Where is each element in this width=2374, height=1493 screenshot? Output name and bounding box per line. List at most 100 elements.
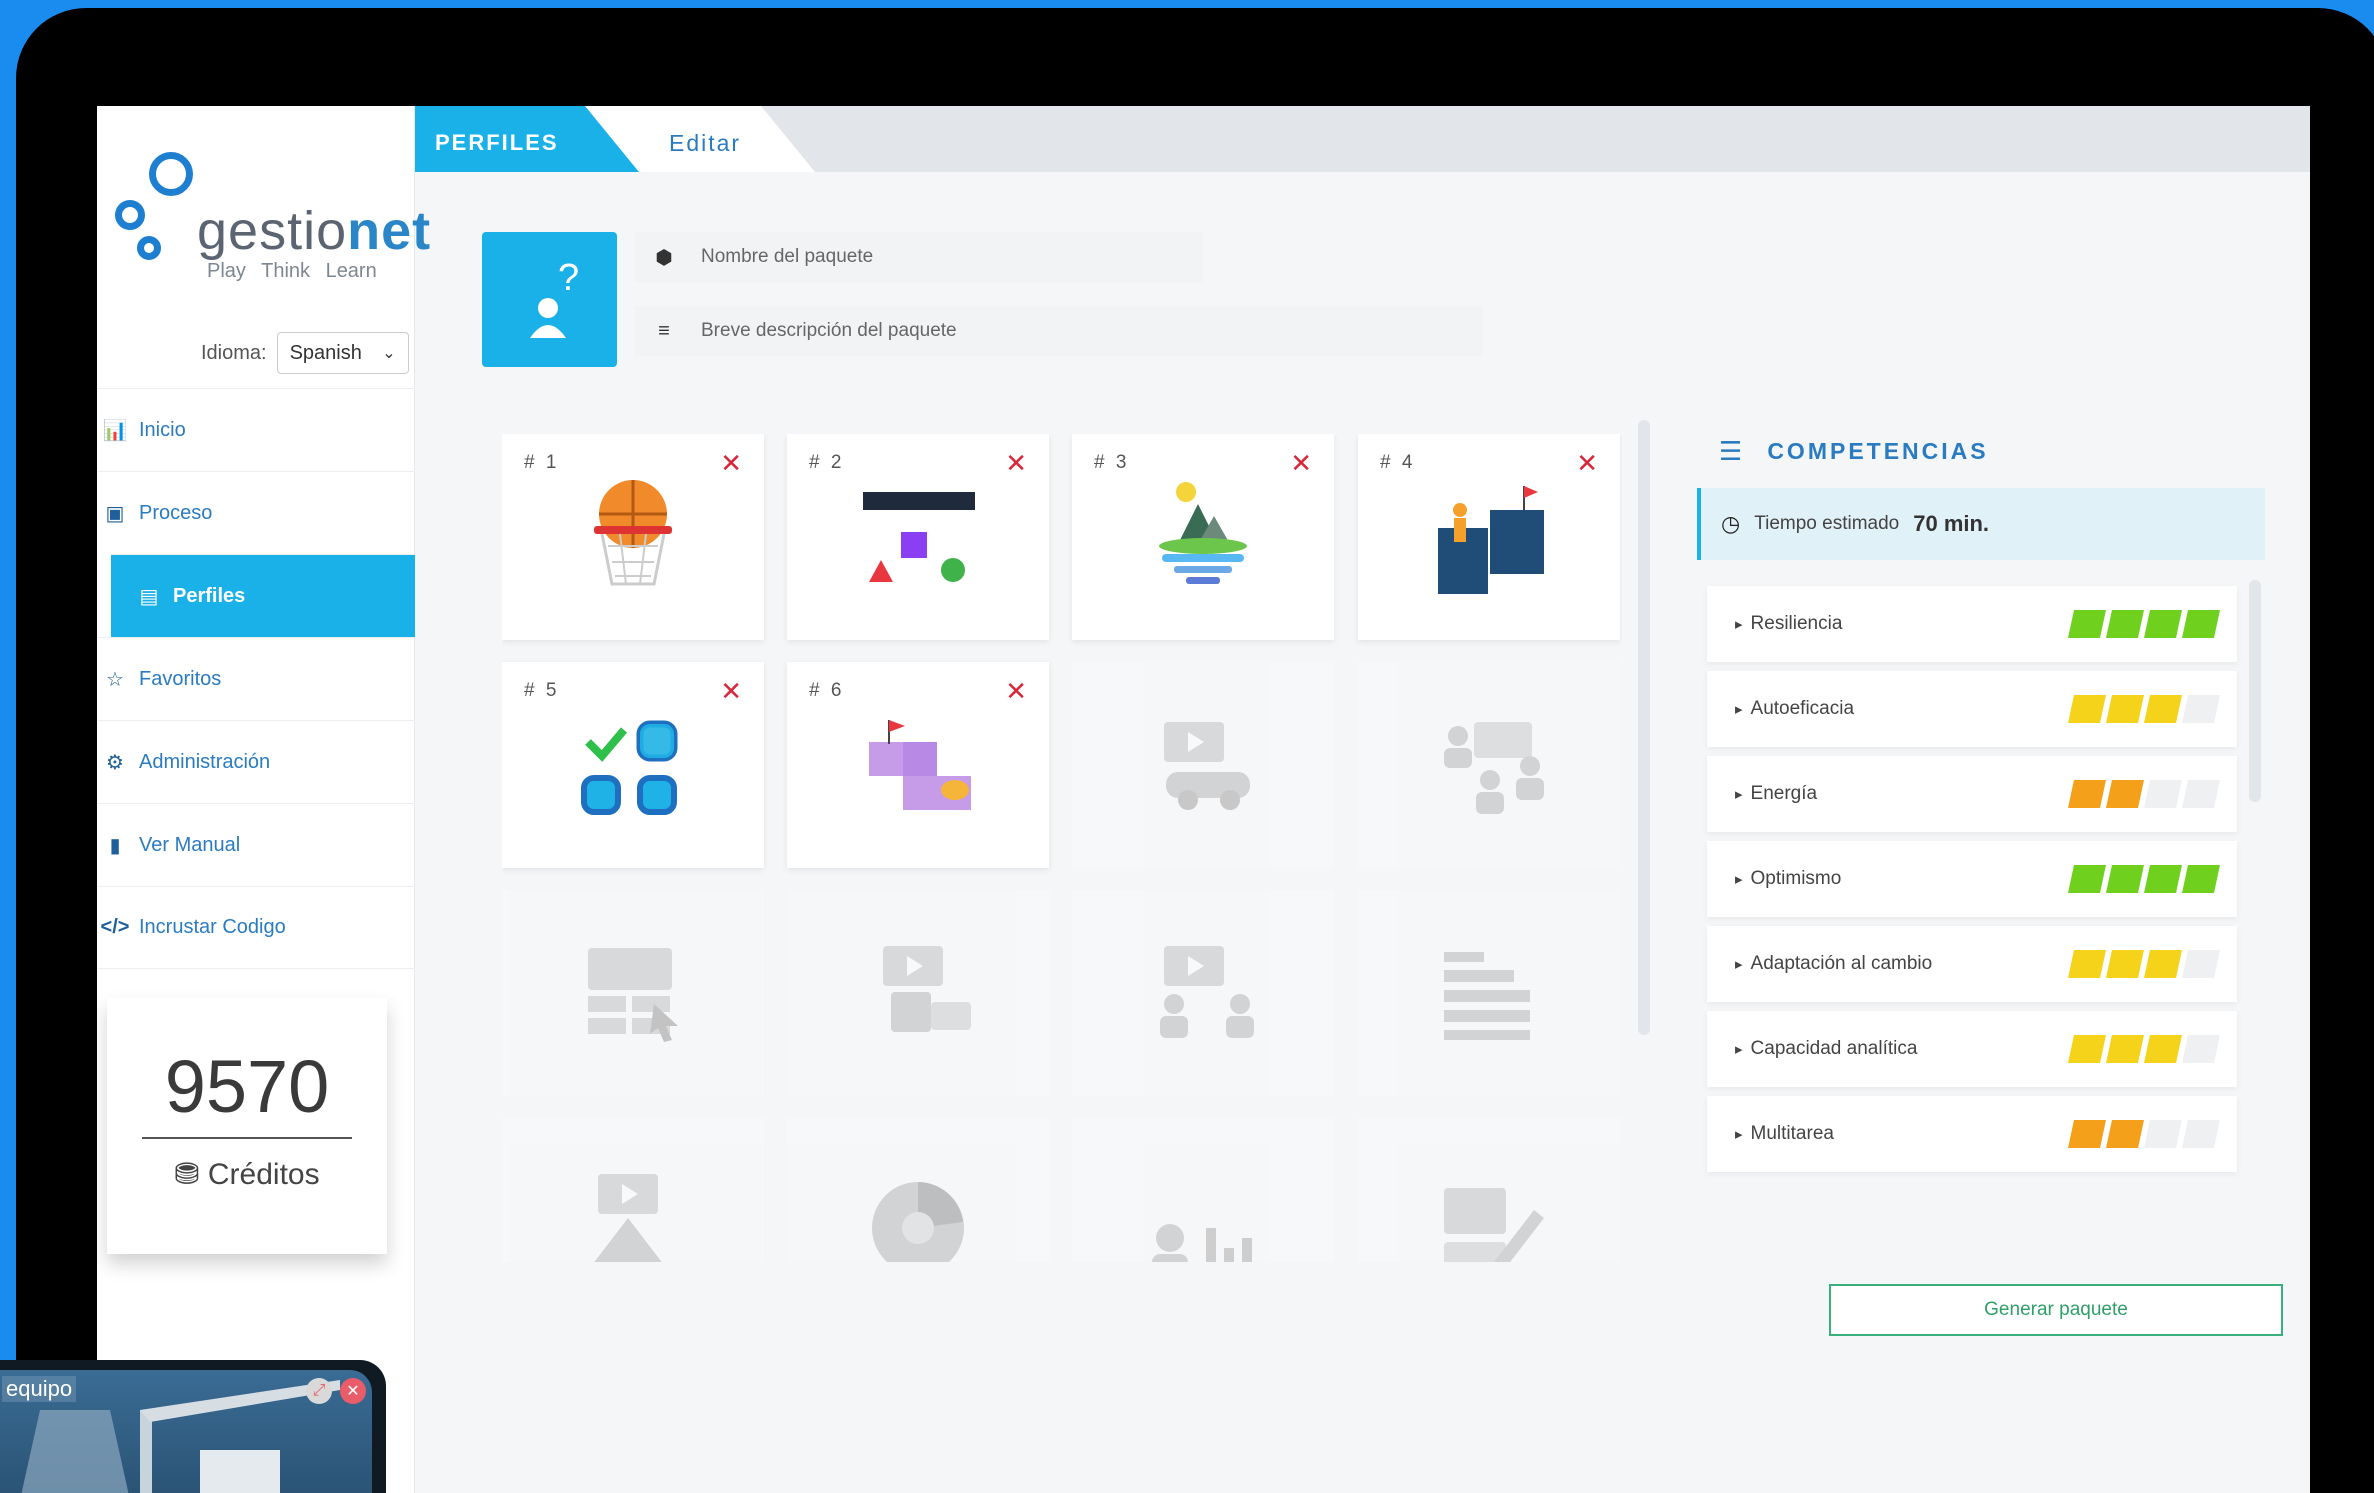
podium-icon bbox=[1438, 486, 1544, 594]
coins-icon: ⛃ bbox=[174, 1158, 200, 1191]
code-icon: </> bbox=[100, 916, 130, 938]
exercise-card[interactable]: # 3 ✕ bbox=[1072, 434, 1334, 640]
competencia-item[interactable]: Optimismo bbox=[1707, 841, 2237, 917]
level-bar-filled bbox=[2144, 695, 2182, 723]
align-left-icon: ≡ bbox=[658, 319, 670, 342]
generate-package-button[interactable]: Generar paquete bbox=[1829, 1284, 2283, 1336]
sidebar-item-label: Administración bbox=[139, 750, 271, 773]
exercise-slot-empty[interactable] bbox=[1072, 1118, 1334, 1262]
sidebar-item-proceso[interactable]: ▣ Proceso bbox=[97, 471, 415, 554]
competencia-item[interactable]: Adaptación al cambio bbox=[1707, 926, 2237, 1002]
competencia-item[interactable]: Capacidad analítica bbox=[1707, 1011, 2237, 1087]
exercise-card[interactable]: # 2 ✕ bbox=[787, 434, 1049, 640]
image-edit-icon bbox=[1444, 1188, 1544, 1262]
clock-icon: ◷ bbox=[1721, 511, 1741, 536]
checklist-grid-icon bbox=[581, 720, 678, 815]
chart-icon: 📊 bbox=[102, 419, 128, 442]
level-bar-filled bbox=[2068, 1035, 2106, 1063]
card-number: # 3 bbox=[1094, 452, 1130, 473]
admin-icon: ⚙ bbox=[106, 751, 124, 774]
competencia-item[interactable]: Multitarea bbox=[1707, 1096, 2237, 1172]
expand-icon[interactable]: ⤢ bbox=[306, 1378, 332, 1404]
sidebar-item-favoritos[interactable]: ☆ Favoritos bbox=[97, 637, 415, 720]
people-chat-icon bbox=[1444, 722, 1544, 814]
video-factory-icon bbox=[883, 946, 971, 1032]
exercise-slot-empty[interactable] bbox=[1358, 890, 1620, 1096]
level-bar-filled bbox=[2068, 780, 2106, 808]
sidebar: gestionet Play Think Learn Idioma: Spani… bbox=[97, 106, 430, 1493]
exercise-card[interactable]: # 4 ✕ bbox=[1358, 434, 1620, 640]
book-icon: ▮ bbox=[109, 834, 121, 857]
competencia-item[interactable]: Energía bbox=[1707, 756, 2237, 832]
level-bar-filled bbox=[2144, 1035, 2182, 1063]
level-bar-filled bbox=[2106, 1120, 2144, 1148]
iceberg-icon bbox=[1159, 482, 1247, 584]
language-select[interactable]: Spanish ⌄ bbox=[276, 332, 409, 374]
list-hand-icon bbox=[1444, 952, 1530, 1040]
card-number: # 2 bbox=[809, 452, 845, 473]
sidebar-item-inicio[interactable]: 📊 Inicio bbox=[97, 388, 415, 471]
remove-card-icon[interactable]: ✕ bbox=[1005, 448, 1027, 479]
level-bars bbox=[2068, 1035, 2220, 1063]
video-popup: equipo ⤢ ✕ bbox=[0, 1360, 386, 1493]
level-bar-filled bbox=[2068, 950, 2106, 978]
remove-card-icon[interactable]: ✕ bbox=[720, 676, 742, 707]
image-grid-cursor-icon bbox=[588, 948, 678, 1042]
basketball-hoop-icon bbox=[594, 480, 672, 586]
exercise-slot-empty[interactable] bbox=[502, 890, 764, 1096]
level-bar-filled bbox=[2106, 695, 2144, 723]
level-bar-empty bbox=[2182, 1120, 2220, 1148]
package-name-placeholder: Nombre del paquete bbox=[701, 246, 874, 267]
language-value: Spanish bbox=[289, 341, 362, 364]
competencia-label: Capacidad analítica bbox=[1735, 1038, 1918, 1060]
video-people-icon bbox=[1160, 946, 1254, 1038]
sidebar-item-perfiles[interactable]: ▤ Perfiles bbox=[111, 554, 415, 637]
logo-tagline: Play Think Learn bbox=[207, 260, 377, 282]
card-number: # 5 bbox=[524, 680, 560, 701]
exercise-slot-empty[interactable] bbox=[787, 890, 1049, 1096]
level-bar-empty bbox=[2182, 950, 2220, 978]
person-barchart-icon bbox=[1152, 1224, 1252, 1262]
exercise-slot-empty[interactable] bbox=[787, 1118, 1049, 1262]
sidebar-item-administracion[interactable]: ⚙ Administración bbox=[97, 720, 415, 803]
tab-perfiles-label: PERFILES bbox=[435, 130, 559, 155]
level-bars bbox=[2068, 610, 2220, 638]
exercise-slot-empty[interactable] bbox=[1072, 890, 1334, 1096]
top-tab-bar: Editar PERFILES bbox=[415, 106, 2310, 172]
grid-scrollbar[interactable] bbox=[1638, 420, 1650, 1035]
competencia-item[interactable]: Autoeficacia bbox=[1707, 671, 2237, 747]
competencia-label: Autoeficacia bbox=[1735, 698, 1855, 720]
level-bar-empty bbox=[2144, 1120, 2182, 1148]
exercise-slot-empty[interactable] bbox=[1072, 662, 1334, 868]
blocks-flag-icon bbox=[869, 720, 971, 810]
level-bar-filled bbox=[2144, 610, 2182, 638]
package-name-input[interactable]: ⬢ Nombre del paquete bbox=[635, 232, 1203, 282]
competencias-title: COMPETENCIAS bbox=[1767, 438, 1989, 464]
level-bar-filled bbox=[2106, 780, 2144, 808]
exercise-card[interactable]: # 5 ✕ bbox=[502, 662, 764, 868]
sidebar-item-ver-manual[interactable]: ▮ Ver Manual bbox=[97, 803, 415, 886]
logo-name-2: net bbox=[347, 201, 432, 261]
remove-card-icon[interactable]: ✕ bbox=[1290, 448, 1312, 479]
competencias-header: ☰ COMPETENCIAS bbox=[1719, 436, 1989, 467]
remove-card-icon[interactable]: ✕ bbox=[1005, 676, 1027, 707]
package-avatar-icon[interactable]: ? bbox=[482, 232, 617, 367]
remove-card-icon[interactable]: ✕ bbox=[720, 448, 742, 479]
exercise-card[interactable]: # 6 ✕ bbox=[787, 662, 1049, 868]
exercise-slot-empty[interactable] bbox=[502, 1118, 764, 1262]
exercise-card[interactable]: # 1 ✕ bbox=[502, 434, 764, 640]
exercise-slot-empty[interactable] bbox=[1358, 662, 1620, 868]
level-bar-empty bbox=[2144, 780, 2182, 808]
remove-card-icon[interactable]: ✕ bbox=[1576, 448, 1598, 479]
level-bar-filled bbox=[2182, 610, 2220, 638]
package-description-input[interactable]: ≡ Breve descripción del paquete bbox=[635, 306, 1483, 356]
exercise-slot-empty[interactable] bbox=[1358, 1118, 1620, 1262]
sidebar-item-incrustar-codigo[interactable]: </> Incrustar Codigo bbox=[97, 886, 415, 969]
competencia-item[interactable]: Resiliencia bbox=[1707, 586, 2237, 662]
language-selector: Idioma: Spanish ⌄ bbox=[201, 332, 409, 374]
competencias-scrollbar[interactable] bbox=[2249, 580, 2261, 802]
close-icon[interactable]: ✕ bbox=[340, 1378, 366, 1404]
card-number: # 4 bbox=[1380, 452, 1416, 473]
gestionet-logo: gestionet Play Think Learn bbox=[115, 152, 430, 282]
pie-chart-icon bbox=[872, 1182, 964, 1262]
